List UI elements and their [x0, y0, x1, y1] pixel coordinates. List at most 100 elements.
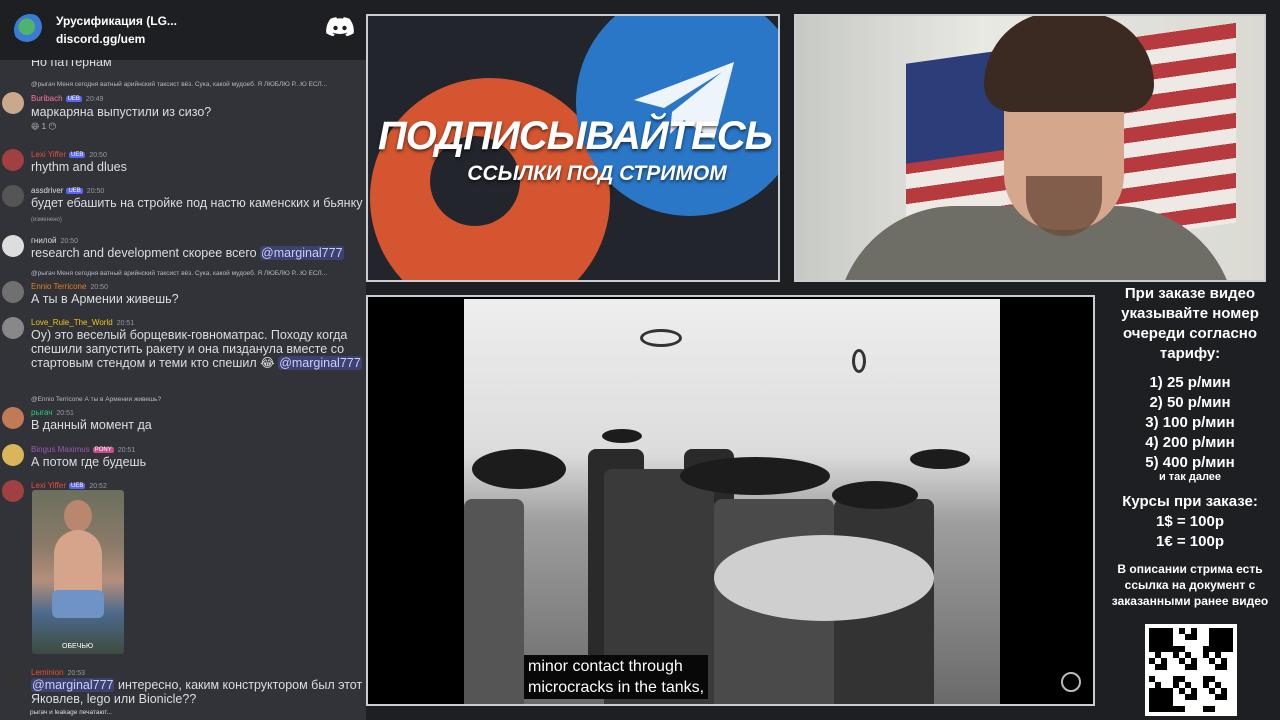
tariff-item: 3) 100 р/мин: [1145, 414, 1235, 431]
username[interactable]: Love_Rule_The_World: [31, 318, 113, 327]
promo-subtitle: ССЫЛКИ ПОД СТРИМОМ: [467, 162, 727, 185]
officer-figure: [464, 499, 524, 704]
reply-preview: @Ennio Terricone А ты в Армении живешь?: [31, 396, 162, 403]
username-row: рыгач 20:51: [31, 408, 74, 417]
attached-image[interactable]: ОБЕЧЬЮ: [32, 490, 124, 654]
username[interactable]: Lexi Yiffer: [31, 481, 66, 490]
officer-cap: [832, 481, 918, 509]
reply-preview: @рыгач Меня сегодня ватный арийнский так…: [31, 270, 328, 277]
image-caption: ОБЕЧЬЮ: [62, 643, 94, 650]
avatar[interactable]: [2, 668, 24, 690]
user-mention[interactable]: @marginal777: [260, 246, 344, 260]
username-row: гнилой 20:50: [31, 236, 78, 245]
reply-preview: @рыгач Меня сегодня ватный арийнский так…: [31, 81, 328, 88]
edited-tag: (изменено): [31, 217, 62, 223]
server-icon: [14, 14, 46, 46]
timestamp: 20:52: [89, 483, 107, 490]
timestamp: 20:50: [60, 238, 79, 245]
username[interactable]: Ennio Terricone: [31, 282, 86, 291]
tariff-item: 2) 50 р/мин: [1149, 394, 1231, 411]
username-row: Lexi Yiffer UEB 20:52: [31, 481, 107, 490]
rate-usd: 1$ = 100р: [1156, 513, 1224, 530]
image-figure-head: [64, 500, 92, 532]
channel-watermark-icon: [1061, 672, 1081, 692]
video-player[interactable]: minor contact through microcracks in the…: [366, 295, 1095, 706]
user-mention[interactable]: @marginal777: [31, 678, 115, 692]
rates-title: Курсы при заказе:: [1122, 493, 1258, 510]
message-text: будет ебашить на стройке под настю камен…: [31, 196, 366, 227]
image-figure-shorts: [52, 590, 104, 618]
avatar[interactable]: [2, 149, 24, 171]
description-note: В описании стрима есть ссылка на докумен…: [1111, 562, 1269, 608]
username[interactable]: Lexi Yiffer: [31, 150, 66, 159]
message-text: В данный момент да: [31, 418, 152, 432]
subtitle-line: microcracks in the tanks,: [528, 679, 705, 696]
tariff-item: 4) 200 р/мин: [1145, 434, 1235, 451]
message-text: А потом где будешь: [31, 455, 147, 469]
username[interactable]: Bingus Maximus: [31, 445, 90, 454]
message-text: rhythm and dlues: [31, 160, 127, 174]
discord-chat-overlay: Урусификация (LG... discord.gg/uem Но па…: [0, 0, 366, 720]
typing-indicator: рыгач и leakage печатают...: [30, 709, 112, 716]
order-heading: При заказе видео указывайте номер очеред…: [1121, 285, 1259, 362]
message-list[interactable]: Но паттернам @рыгач Меня сегодня ватный …: [0, 55, 366, 712]
username-row: Love_Rule_The_World 20:51: [31, 318, 134, 327]
server-invite: discord.gg/uem: [56, 32, 146, 46]
server-name: Урусификация (LG...: [56, 14, 177, 28]
avatar[interactable]: [2, 480, 24, 502]
video-subtitles: minor contact through microcracks in the…: [524, 655, 709, 699]
tariff-more: и так далее: [1158, 471, 1222, 483]
username[interactable]: Buribach: [31, 94, 63, 103]
subtitle-line: minor contact through: [528, 658, 683, 675]
officer-cap: [714, 535, 934, 621]
officer-cap: [472, 449, 566, 489]
username[interactable]: гнилой: [31, 236, 56, 245]
avatar[interactable]: [2, 235, 24, 257]
timestamp: 20:50: [86, 188, 105, 195]
username[interactable]: Leminion: [31, 668, 63, 677]
user-mention[interactable]: @marginal777: [278, 356, 362, 370]
message-text: @marginal777 интересно, каким конструкто…: [31, 678, 366, 706]
rate-eur: 1€ = 100р: [1156, 533, 1224, 550]
timestamp: 20:51: [117, 447, 136, 454]
qr-code-pattern: [1149, 628, 1233, 712]
timestamp: 20:53: [67, 670, 85, 677]
tariff-list: 1) 25 р/мин 2) 50 р/мин 3) 100 р/мин 4) …: [1100, 373, 1280, 483]
username-row: Ennio Terricone 20:50: [31, 282, 108, 291]
message-text: А ты в Армении живешь?: [31, 292, 179, 306]
role-badge: UEB: [68, 482, 86, 489]
role-badge: UEB: [65, 95, 82, 102]
avatar[interactable]: [2, 444, 24, 466]
promo-title: ПОДПИСЫВАЙТЕСЬ: [377, 114, 773, 158]
username-row: Leminion 20:53: [31, 668, 85, 677]
avatar[interactable]: [2, 281, 24, 303]
officer-cap: [910, 449, 970, 469]
role-badge: UEB: [68, 151, 86, 158]
role-badge: UEB: [66, 187, 83, 194]
avatar[interactable]: [2, 185, 24, 207]
reaction-bar[interactable]: 😆 1 😶: [31, 122, 57, 131]
tariff-item: 1) 25 р/мин: [1149, 374, 1231, 391]
message-body: будет ебашить на стройке под настю камен…: [31, 196, 363, 210]
timestamp: 20:51: [56, 410, 74, 417]
username[interactable]: assdriver: [31, 186, 63, 195]
timestamp: 20:50: [90, 284, 108, 291]
tariff-item: 5) 400 р/мин: [1145, 454, 1235, 471]
archival-film-frame: [464, 299, 1000, 704]
officer-cap: [680, 457, 830, 495]
avatar[interactable]: [2, 317, 24, 339]
avatar[interactable]: [2, 407, 24, 429]
username[interactable]: рыгач: [31, 408, 52, 417]
promo-banner: ПОДПИСЫВАЙТЕСЬ ССЫЛКИ ПОД СТРИМОМ: [366, 14, 780, 282]
username-row: Lexi Yiffer UEB 20:50: [31, 150, 107, 159]
avatar[interactable]: [2, 92, 24, 114]
username-row: Bingus Maximus PONY 20:51: [31, 445, 135, 454]
webcam-feed: [794, 14, 1266, 282]
timestamp: 20:50: [89, 152, 107, 159]
message-text: маркаряна выпустили из сизо?: [31, 105, 212, 119]
username-row: assdriver UEB 20:50: [31, 186, 104, 195]
message-body: research and development скорее всего: [31, 246, 257, 260]
message-text: Оу) это веселый борщевик-говноматрас. По…: [31, 328, 366, 370]
username-row: Buribach UEB 20:49: [31, 94, 103, 103]
officer-cap: [602, 429, 642, 443]
